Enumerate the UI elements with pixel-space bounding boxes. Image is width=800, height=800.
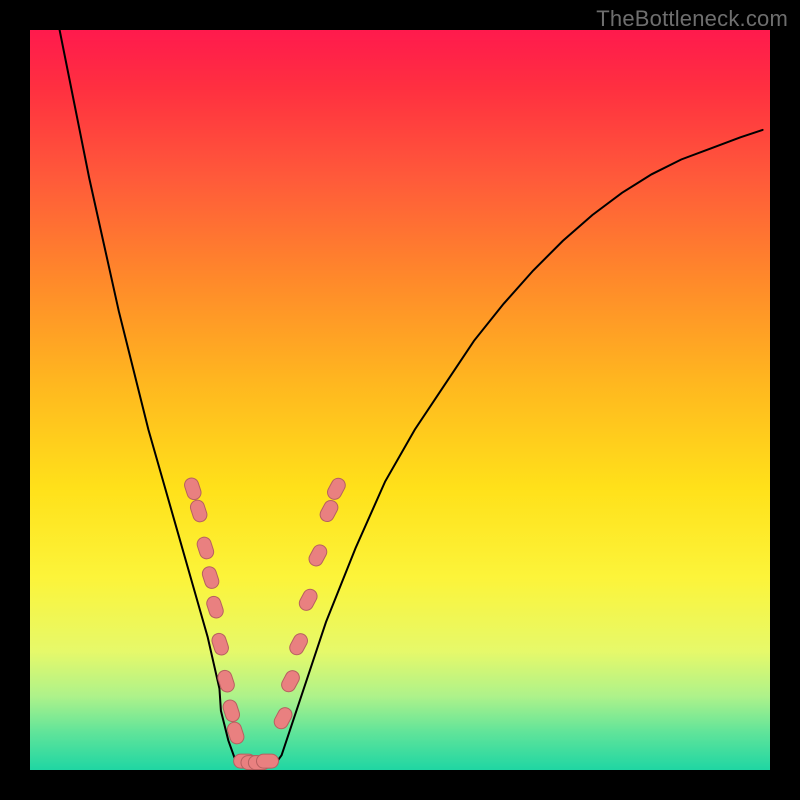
highlight-marker (210, 632, 230, 657)
watermark-text: TheBottleneck.com (596, 6, 788, 32)
chart-stage: TheBottleneck.com (0, 0, 800, 800)
highlight-marker (287, 631, 310, 657)
highlight-marker (189, 498, 209, 523)
plot-area (30, 30, 770, 770)
highlight-marker (318, 498, 341, 524)
marker-group (183, 476, 348, 770)
highlight-marker (183, 476, 203, 501)
highlight-marker (325, 476, 348, 502)
highlight-marker (257, 754, 279, 768)
highlight-marker (307, 542, 330, 568)
curve-layer (30, 30, 770, 770)
highlight-marker (221, 698, 241, 723)
highlight-marker (297, 587, 320, 613)
highlight-marker (195, 535, 215, 560)
highlight-marker (205, 595, 225, 620)
bottleneck-curve (60, 30, 763, 764)
highlight-marker (279, 668, 302, 694)
curve-group (60, 30, 763, 764)
highlight-marker (201, 565, 221, 590)
